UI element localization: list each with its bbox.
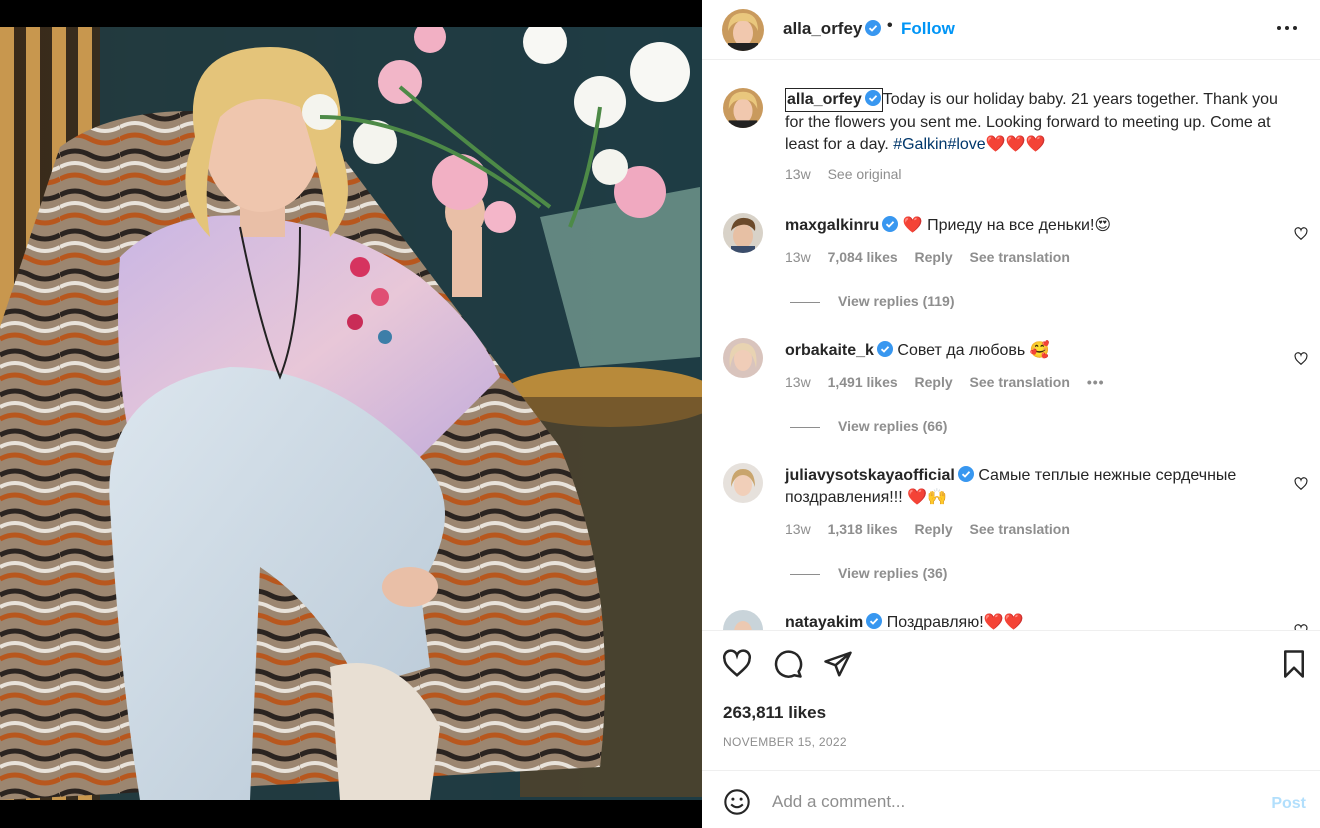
verified-badge-icon (866, 613, 883, 629)
comment-like-heart-icon[interactable] (1294, 227, 1308, 241)
commenter-avatar[interactable] (723, 463, 763, 503)
comment-likes[interactable]: 1,491 likes (828, 374, 898, 390)
comment-body: Поздравляю!❤️❤️ (886, 614, 1024, 630)
reply-button[interactable]: Reply (915, 249, 953, 265)
post-media (0, 0, 702, 828)
see-original-link[interactable]: See original (828, 166, 902, 182)
likes-count[interactable]: 263,811 likes (723, 703, 826, 723)
comment-time[interactable]: 13w (785, 374, 811, 390)
see-translation-link[interactable]: See translation (970, 521, 1070, 537)
comment-username[interactable]: natayakim (785, 613, 883, 630)
share-icon[interactable] (823, 649, 853, 679)
comment-meta: 13w 1,318 likes Reply See translation (785, 521, 1083, 537)
add-comment-bar: Post (702, 770, 1320, 828)
replies-divider (790, 426, 820, 428)
comment-username[interactable]: maxgalkinru (785, 216, 899, 234)
emoji-icon[interactable] (723, 788, 751, 816)
commenter-avatar[interactable] (723, 213, 763, 253)
caption-avatar[interactable] (723, 88, 763, 128)
view-replies-label[interactable]: View replies (36) (838, 565, 947, 581)
bookmark-icon[interactable] (1279, 649, 1309, 679)
view-replies-label[interactable]: View replies (66) (838, 418, 947, 434)
comment-icon[interactable] (773, 649, 803, 679)
comment-text: maxgalkinru ❤️ Приеду на все деньки!😍 (785, 215, 1295, 237)
view-replies-button[interactable]: View replies (119) (790, 293, 954, 309)
comment-likes[interactable]: 1,318 likes (828, 521, 898, 537)
author-username[interactable]: alla_orfey (783, 19, 882, 39)
comment-text: natayakim Поздравляю!❤️❤️ (785, 612, 1295, 630)
see-translation-link[interactable]: See translation (970, 374, 1070, 390)
caption-text: alla_orfey Today is our holiday baby. 21 … (785, 88, 1300, 156)
post-comment-button[interactable]: Post (1271, 795, 1306, 813)
caption-time[interactable]: 13w (785, 166, 811, 182)
replies-divider (790, 301, 820, 303)
caption-meta: 13w See original (785, 166, 915, 182)
more-horizontal-icon[interactable] (1274, 18, 1300, 38)
reply-button[interactable]: Reply (915, 374, 953, 390)
post-header: alla_orfey • Follow (702, 0, 1320, 60)
caption-username[interactable]: alla_orfey (785, 88, 883, 112)
post-photo[interactable] (0, 27, 702, 800)
view-replies-button[interactable]: View replies (36) (790, 565, 947, 581)
see-translation-link[interactable]: See translation (970, 249, 1070, 265)
comment-likes[interactable]: 7,084 likes (828, 249, 898, 265)
author-username-text[interactable]: alla_orfey (783, 19, 862, 38)
commenter-avatar[interactable] (723, 610, 763, 630)
post-date[interactable]: NOVEMBER 15, 2022 (723, 735, 847, 749)
comments-section[interactable]: alla_orfey Today is our holiday baby. 21 … (702, 70, 1320, 630)
comment-username[interactable]: juliavysotskayaofficial (785, 466, 974, 484)
heart-icon[interactable] (722, 649, 752, 679)
comment-text: orbakaite_k Совет да любовь 🥰 (785, 340, 1295, 362)
header-separator: • (887, 17, 893, 34)
reply-button[interactable]: Reply (915, 521, 953, 537)
verified-badge-icon (957, 466, 974, 482)
comment-text: juliavysotskayaofficial Самые теплые неж… (785, 465, 1285, 509)
comment-time[interactable]: 13w (785, 249, 811, 265)
comment-username[interactable]: orbakaite_k (785, 341, 893, 359)
comment-time[interactable]: 13w (785, 521, 811, 537)
replies-divider (790, 573, 820, 575)
verified-badge-icon (865, 20, 882, 36)
caption-hashtags[interactable]: #Galkin#love (893, 136, 986, 153)
post-panel: alla_orfey • Follow alla_orfey Today is o… (702, 0, 1320, 828)
verified-badge-icon (876, 341, 893, 357)
comment-meta: 13w 7,084 likes Reply See translation (785, 249, 1083, 265)
comment-like-heart-icon[interactable] (1294, 352, 1308, 366)
author-avatar[interactable] (722, 9, 764, 51)
commenter-avatar[interactable] (723, 338, 763, 378)
comment-body: ❤️ Приеду на все деньки!😍 (902, 217, 1112, 234)
view-replies-button[interactable]: View replies (66) (790, 418, 947, 434)
comment-meta: 13w 1,491 likes Reply See translation ••… (785, 374, 1118, 390)
post-actions: 263,811 likes NOVEMBER 15, 2022 (702, 630, 1320, 770)
instagram-post-viewer: alla_orfey • Follow alla_orfey Today is o… (0, 0, 1320, 828)
verified-badge-icon (882, 216, 899, 232)
follow-button[interactable]: Follow (901, 19, 955, 39)
comment-body: Совет да любовь 🥰 (897, 342, 1050, 359)
caption-emojis: ❤️❤️❤️ (985, 136, 1046, 153)
comment-input[interactable] (772, 785, 1242, 819)
comment-like-heart-icon[interactable] (1294, 477, 1308, 491)
view-replies-label[interactable]: View replies (119) (838, 293, 954, 309)
comment-options-icon[interactable]: ••• (1087, 374, 1105, 390)
verified-badge-icon (864, 90, 881, 106)
